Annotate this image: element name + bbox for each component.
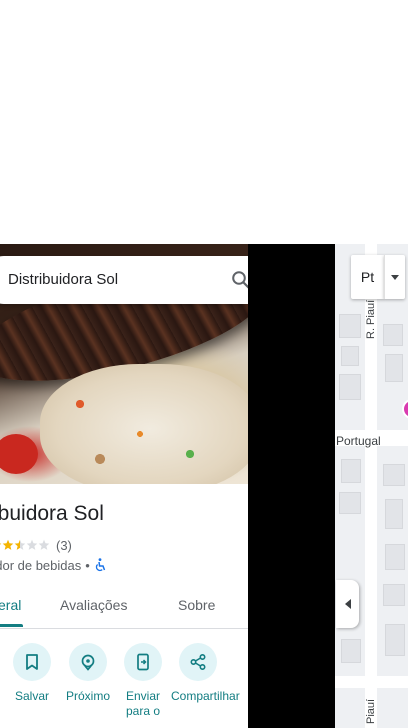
- send-to-phone-button[interactable]: Enviar para o: [116, 643, 170, 719]
- save-label: Salvar: [14, 689, 49, 703]
- map-canvas[interactable]: R. Piauí Piauí Portugal: [335, 244, 408, 728]
- map-block: [339, 314, 361, 338]
- photo-rice: [40, 364, 248, 484]
- rating-count: (3): [56, 537, 72, 553]
- share-button[interactable]: Compartilhar: [171, 643, 240, 704]
- tab-overview[interactable]: eral: [0, 592, 23, 627]
- street-label-portugal: Portugal: [336, 434, 381, 448]
- place-panel: ibuidora Sol (3) edor de bebidas • eral …: [0, 244, 248, 728]
- star-icon: [2, 539, 14, 551]
- active-tab-indicator: [0, 624, 23, 627]
- rating-stars: [0, 539, 50, 551]
- action-buttons: Salvar Próximo Enviar para o Compartilha…: [0, 643, 248, 728]
- map-block: [383, 464, 405, 486]
- category-row: edor de bebidas •: [0, 557, 106, 573]
- map-block: [341, 639, 361, 663]
- place-tabs: eral Avaliações Sobre: [0, 592, 248, 629]
- map-block: [385, 354, 403, 382]
- tab-reviews[interactable]: Avaliações: [60, 592, 127, 626]
- map-block: [383, 584, 405, 606]
- caret-down-icon: [391, 274, 399, 280]
- map-block: [385, 544, 405, 570]
- star-icon: [14, 539, 26, 551]
- share-icon: [179, 643, 217, 681]
- send-to-phone-label: Enviar para o: [125, 689, 161, 718]
- rating-row[interactable]: (3): [0, 537, 72, 553]
- map-block: [383, 324, 403, 346]
- place-pin[interactable]: [402, 399, 408, 419]
- nearby-label: Próximo: [65, 689, 110, 703]
- collapse-panel-button[interactable]: [336, 580, 359, 628]
- street-label-piaui: R. Piauí: [365, 299, 377, 339]
- map-block: [385, 499, 403, 529]
- nearby-button[interactable]: Próximo: [61, 643, 115, 704]
- street-horizontal-lower: [335, 676, 408, 688]
- blank-area: [0, 0, 408, 244]
- place-title: ibuidora Sol: [0, 502, 104, 525]
- map-block: [385, 624, 405, 656]
- separator: •: [85, 557, 90, 573]
- map-block: [339, 492, 361, 514]
- bookmark-icon: [13, 643, 51, 681]
- nearby-icon: [69, 643, 107, 681]
- tab-about[interactable]: Sobre: [178, 592, 215, 626]
- panel-divider-gap: [248, 244, 335, 728]
- search-input[interactable]: [8, 268, 208, 290]
- street-label-piaui-lower: Piauí: [365, 698, 377, 724]
- place-category: edor de bebidas: [0, 557, 82, 573]
- photo-tomato: [0, 434, 38, 474]
- map-layer-button[interactable]: Pt: [351, 255, 384, 299]
- wheelchair-icon: [94, 558, 106, 572]
- share-label: Compartilhar: [171, 689, 240, 703]
- map-block: [341, 346, 359, 366]
- caret-left-icon: [344, 599, 351, 609]
- map-block: [339, 374, 361, 400]
- layer-dropdown-button[interactable]: [384, 255, 405, 299]
- save-button[interactable]: Salvar: [5, 643, 59, 704]
- star-icon: [38, 539, 50, 551]
- map-block: [341, 459, 361, 483]
- star-icon: [26, 539, 38, 551]
- send-to-phone-icon: [124, 643, 162, 681]
